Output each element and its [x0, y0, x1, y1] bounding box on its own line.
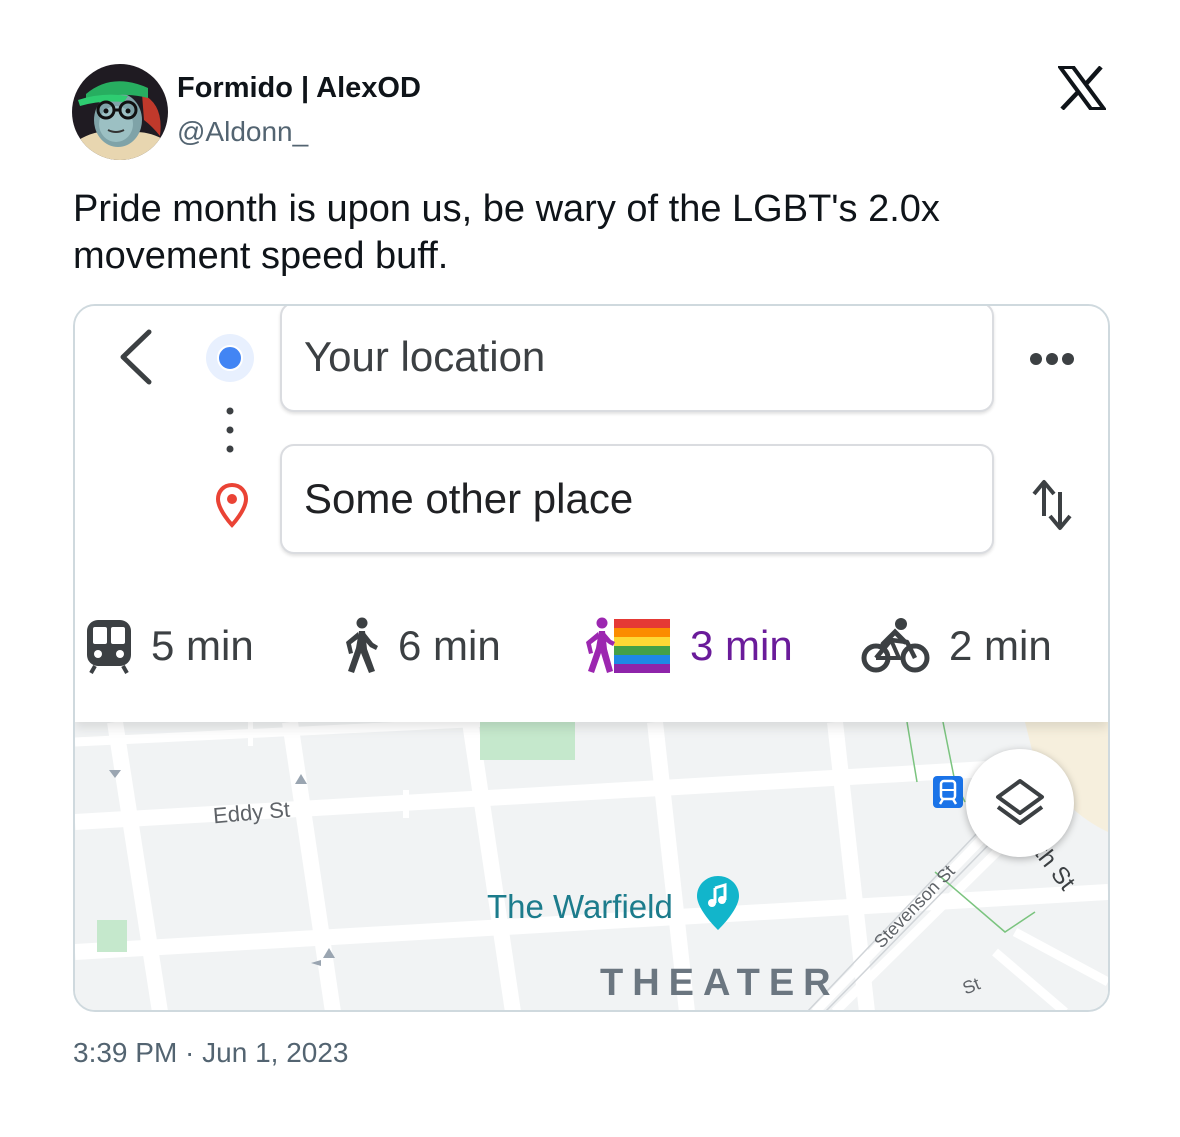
origin-input[interactable]: Your location [280, 306, 994, 412]
more-options-icon[interactable] [1029, 352, 1075, 366]
author-handle[interactable]: @Aldonn_ [177, 116, 308, 148]
travel-mode-cycling[interactable]: 2 min [861, 606, 1052, 686]
author-display-name[interactable]: Formido | AlexOD [177, 72, 421, 105]
travel-mode-walking[interactable]: 6 min [340, 606, 501, 686]
destination-input[interactable]: Some other place [280, 444, 994, 554]
swap-directions-icon[interactable] [1030, 476, 1074, 532]
travel-mode-walking-time: 6 min [398, 622, 501, 669]
travel-mode-transit-time: 5 min [151, 622, 254, 669]
tweet-text: Pride month is upon us, be wary of the L… [73, 188, 940, 277]
directions-panel: Your location Some other place 5 min 6 m… [75, 306, 1108, 722]
bicycle-icon [861, 618, 930, 673]
walking-person-icon [346, 617, 378, 673]
walking-person-rainbow-flag-icon [586, 617, 670, 673]
travel-mode-pride[interactable]: 3 min [582, 606, 793, 686]
map-streets [75, 722, 1108, 1010]
route-dots [225, 406, 235, 456]
origin-dot-icon [205, 333, 255, 383]
avatar[interactable] [72, 64, 168, 160]
tweet-image[interactable]: Your location Some other place 5 min 6 m… [73, 304, 1110, 1012]
music-note-pin-icon[interactable] [695, 874, 741, 934]
area-label: THEATER [600, 962, 840, 1004]
travel-mode-bar: 5 min 6 min 3 min 2 min [75, 606, 1108, 686]
travel-mode-transit[interactable]: 5 min [85, 606, 254, 686]
poi-label[interactable]: The Warfield [487, 888, 673, 926]
travel-mode-pride-time: 3 min [690, 622, 793, 669]
train-icon [87, 620, 131, 674]
tweet-timestamp[interactable]: 3:39 PM · Jun 1, 2023 [73, 1037, 349, 1069]
tram-stop-icon[interactable] [933, 776, 963, 808]
destination-pin-icon [215, 482, 249, 528]
back-arrow-icon[interactable] [109, 326, 165, 388]
x-logo-icon[interactable] [1056, 65, 1108, 111]
layers-button[interactable] [966, 749, 1074, 857]
travel-mode-cycling-time: 2 min [949, 622, 1052, 669]
map-view[interactable]: Eddy St Stevenson St th St St The Warfie… [75, 722, 1108, 1010]
layers-icon [996, 779, 1044, 825]
